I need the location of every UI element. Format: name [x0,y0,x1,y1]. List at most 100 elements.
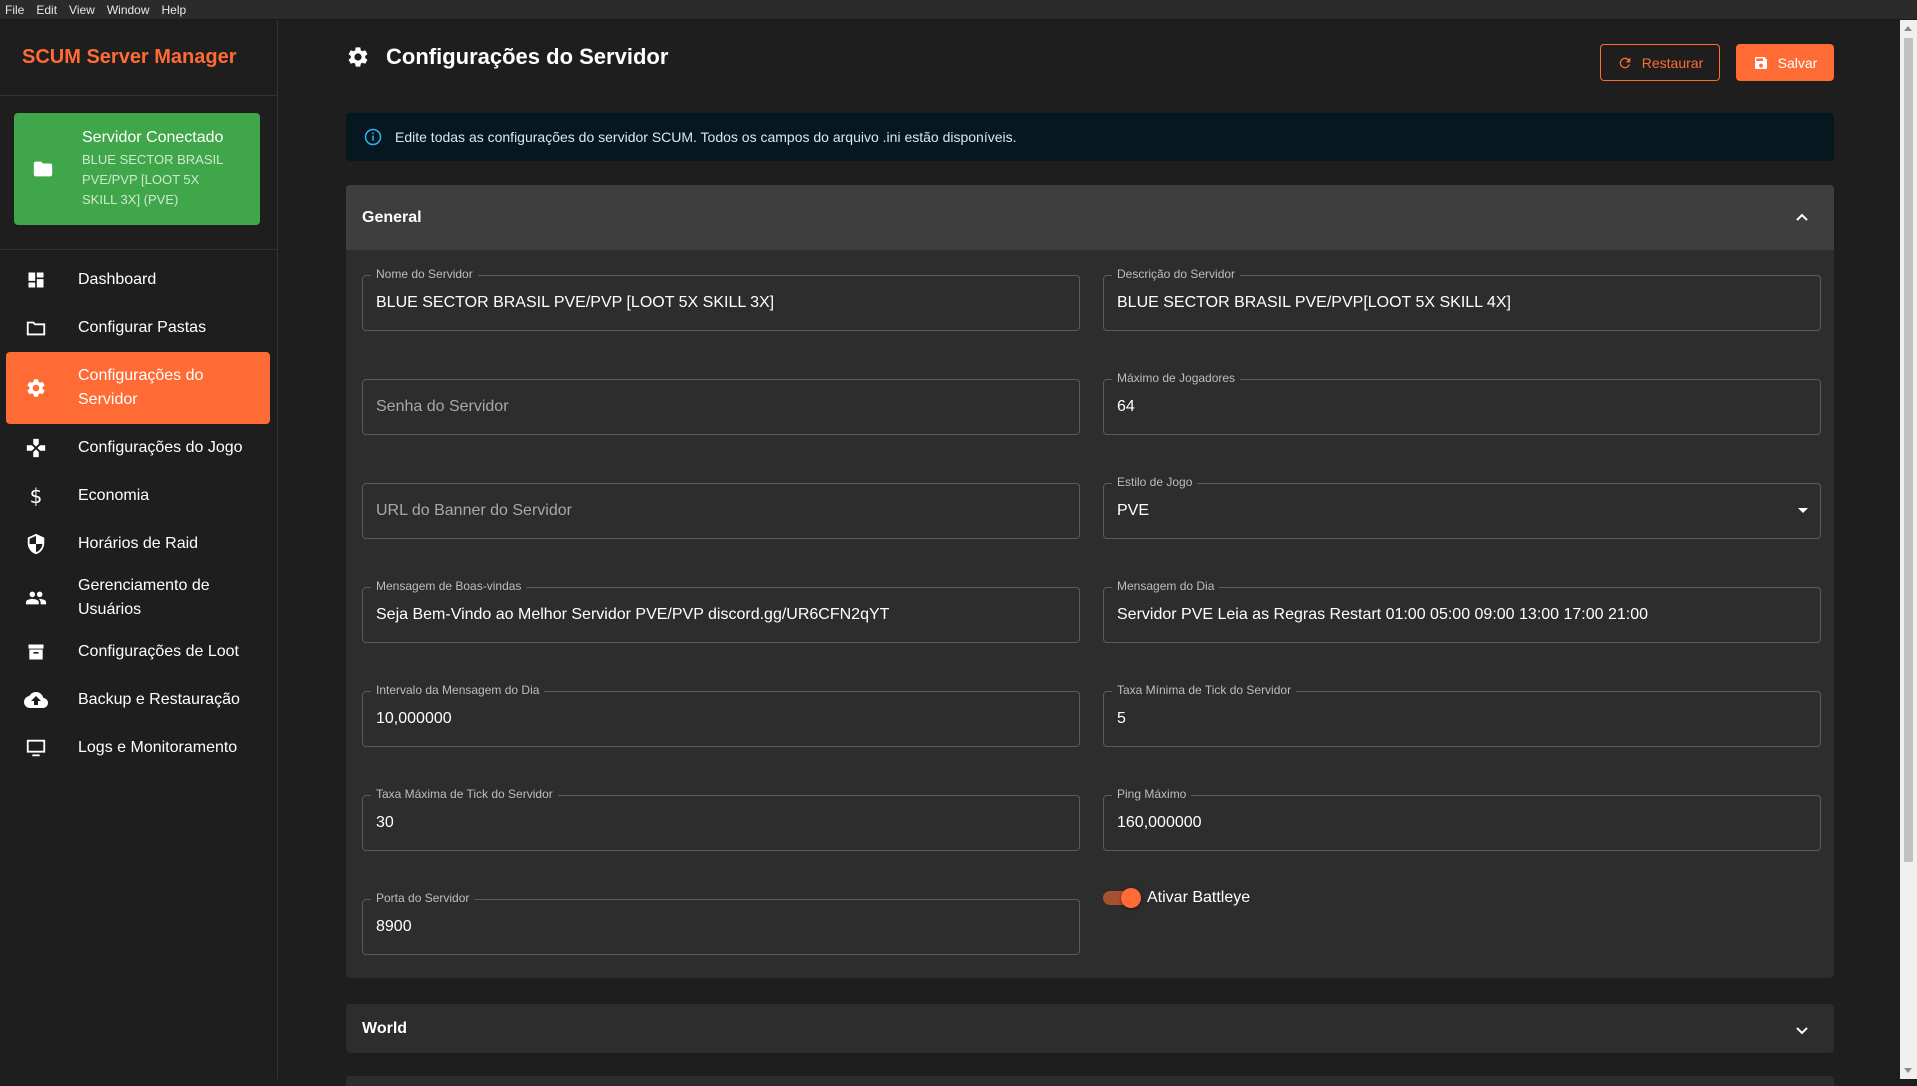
battleye-toggle[interactable]: Ativar Battleye [1103,888,1251,908]
scrollbar-thumb[interactable] [1904,38,1913,862]
folder-outline-icon [24,316,48,340]
menu-help[interactable]: Help [162,3,187,17]
sidebar-item-configuracoes-jogo[interactable]: Configurações do Jogo [6,424,270,472]
sidebar-item-label: Gerenciamento de Usuários [78,574,210,622]
menu-file[interactable]: File [5,3,24,17]
field-value: BLUE SECTOR BRASIL PVE/PVP [LOOT 5X SKIL… [376,294,775,311]
banner-url-field[interactable]: URL do Banner do Servidor [362,483,1080,539]
field-placeholder: Senha do Servidor [376,398,509,415]
connection-server-name-2: PVE/PVP [LOOT 5X [82,171,200,187]
field-value: 8900 [376,918,412,935]
connection-status: Servidor Conectado [82,128,224,146]
general-section-header[interactable]: General [346,185,1834,250]
sidebar-item-logs-monitoramento[interactable]: Logs e Monitoramento [6,724,270,772]
server-password-field[interactable]: Senha do Servidor [362,379,1080,435]
cloud-upload-icon [24,688,48,712]
restore-button[interactable]: Restaurar [1600,44,1720,81]
max-tick-rate-field[interactable]: Taxa Máxima de Tick do Servidor 30 [362,787,1080,851]
field-value: 64 [1117,398,1135,415]
motd-field[interactable]: Mensagem do Dia Servidor PVE Leia as Reg… [1103,579,1821,643]
sidebar-item-label: Configurações do Servidor [78,364,203,412]
section-title: World [362,1019,408,1037]
max-ping-field[interactable]: Ping Máximo 160,000000 [1103,787,1821,851]
dashboard-icon [24,268,48,292]
sidebar-item-label: Backup e Restauração [78,691,240,708]
max-players-field[interactable]: Máximo de Jogadores 64 [1103,371,1821,435]
scroll-up-arrow-icon[interactable] [1904,26,1912,31]
sidebar-item-dashboard[interactable]: Dashboard [6,256,270,304]
app-brand: SCUM Server Manager [0,20,277,96]
menu-view[interactable]: View [69,3,95,17]
server-name-field[interactable]: Nome do Servidor BLUE SECTOR BRASIL PVE/… [362,267,1080,331]
gamepad-icon [24,436,48,460]
folder-icon [33,161,53,177]
field-value: PVE [1117,502,1150,519]
sidebar-item-label: Configurar Pastas [78,319,207,336]
sidebar-item-label-line1: Configurações do [78,367,204,384]
sidebar: SCUM Server Manager Servidor Conectado B… [0,20,278,1079]
sidebar-item-horarios-raid[interactable]: Horários de Raid [6,520,270,568]
field-label: Intervalo da Mensagem do Dia [371,683,545,697]
restore-label: Restaurar [1641,54,1704,71]
scroll-down-arrow-icon[interactable] [1904,1068,1912,1073]
field-value: 10,000000 [376,710,452,727]
field-label: Nome do Servidor [371,267,478,281]
field-label: Porta do Servidor [371,891,475,905]
sidebar-item-label: Logs e Monitoramento [78,739,238,756]
info-text: Edite todas as configurações do servidor… [395,129,1017,145]
field-label: Ping Máximo [1112,787,1192,801]
sidebar-item-economia[interactable]: $ Economia [6,472,270,520]
sidebar-item-configuracoes-servidor[interactable]: Configurações do Servidor [6,352,270,424]
field-value: Seja Bem-Vindo ao Melhor Servidor PVE/PV… [376,606,890,623]
field-label: Descrição do Servidor [1112,267,1241,281]
toggle-track[interactable] [1103,888,1141,908]
sidebar-item-label: Economia [78,487,150,504]
archive-icon [24,640,48,664]
chevron-up-icon [1796,213,1808,221]
chevron-down-icon [1796,1027,1808,1035]
server-description-field[interactable]: Descrição do Servidor BLUE SECTOR BRASIL… [1103,267,1821,331]
game-style-select[interactable]: Estilo de Jogo PVE [1103,475,1821,539]
gear-icon [348,47,368,67]
world-section-header[interactable]: World [346,1004,1834,1053]
connection-server-name-1: BLUE SECTOR BRASIL [82,151,224,167]
next-section-header[interactable] [346,1076,1834,1086]
sidebar-nav: Dashboard Configurar Pastas Configuraçõe… [0,250,277,778]
menu-window[interactable]: Window [107,3,150,17]
gear-icon [24,376,48,400]
welcome-message-field[interactable]: Mensagem de Boas-vindas Seja Bem-Vindo a… [362,579,1080,643]
menu-edit[interactable]: Edit [36,3,57,17]
field-label: Máximo de Jogadores [1112,371,1241,385]
field-label: Estilo de Jogo [1112,475,1198,489]
field-label: Mensagem do Dia [1112,579,1220,593]
sidebar-item-label: Horários de Raid [78,535,199,552]
sidebar-item-configuracoes-loot[interactable]: Configurações de Loot [6,628,270,676]
field-value: Servidor PVE Leia as Regras Restart 01:0… [1117,606,1649,623]
field-value: BLUE SECTOR BRASIL PVE/PVP[LOOT 5X SKILL… [1117,294,1511,311]
server-port-field[interactable]: Porta do Servidor 8900 [362,891,1080,955]
menu-bar: File Edit View Window Help [0,0,1917,20]
main-content: Configurações do Servidor Restaurar Salv… [278,20,1900,1086]
field-value: 5 [1117,710,1126,727]
sidebar-item-label-line1: Gerenciamento de [78,577,210,594]
people-icon [24,586,48,610]
info-alert: Edite todas as configurações do servidor… [346,113,1834,161]
sidebar-item-gerenciamento-usuarios[interactable]: Gerenciamento de Usuários [6,568,270,628]
motd-interval-field[interactable]: Intervalo da Mensagem do Dia 10,000000 [362,683,1080,747]
save-button[interactable]: Salvar [1736,44,1834,81]
field-label: Taxa Máxima de Tick do Servidor [371,787,558,801]
refresh-icon [1619,57,1631,68]
min-tick-rate-field[interactable]: Taxa Mínima de Tick do Servidor 5 [1103,683,1821,747]
sidebar-item-configurar-pastas[interactable]: Configurar Pastas [6,304,270,352]
battleye-label: Ativar Battleye [1147,889,1251,906]
sidebar-item-label: Configurações de Loot [78,643,239,660]
monitor-icon [24,736,48,760]
sidebar-item-label-line2: Usuários [78,601,142,618]
sidebar-item-backup-restauracao[interactable]: Backup e Restauração [6,676,270,724]
toggle-thumb[interactable] [1121,888,1141,908]
page-title: Configurações do Servidor [386,44,669,69]
page-header: Configurações do Servidor [346,44,668,70]
server-connection-card: Servidor Conectado BLUE SECTOR BRASIL PV… [14,113,260,225]
vertical-scrollbar[interactable] [1900,20,1917,1079]
sidebar-item-label-line2: Servidor [78,391,138,408]
